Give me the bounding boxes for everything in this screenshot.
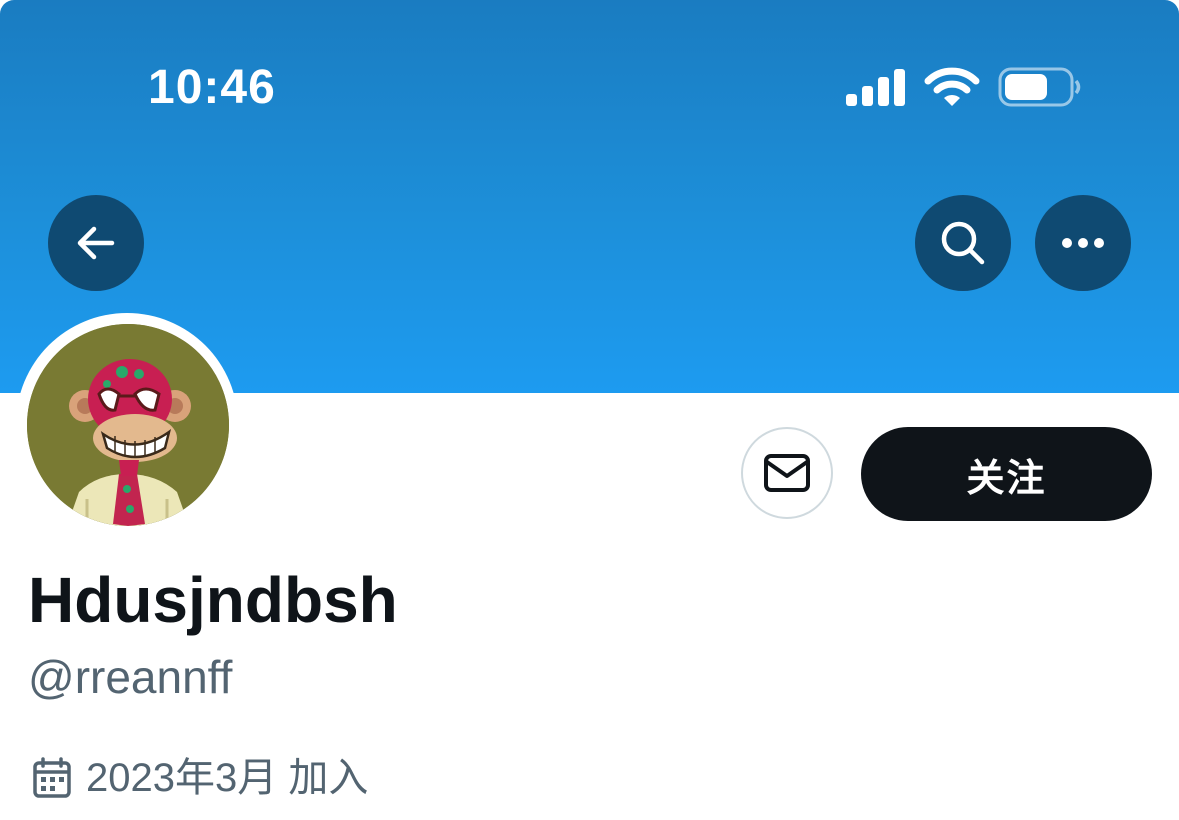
back-button[interactable] bbox=[48, 195, 144, 291]
avatar[interactable] bbox=[27, 324, 229, 526]
search-icon bbox=[941, 221, 985, 265]
profile-screen: 10:46 关注 Hdusjndbsh @rreannff 2023年3月 加入 bbox=[0, 0, 1179, 820]
search-button[interactable] bbox=[915, 195, 1011, 291]
join-date-row: 2023年3月 加入 bbox=[32, 752, 368, 804]
calendar-icon bbox=[33, 757, 71, 798]
ape-avatar-image bbox=[27, 324, 229, 526]
more-button[interactable] bbox=[1035, 195, 1131, 291]
arrow-left-icon bbox=[77, 226, 115, 260]
battery-icon bbox=[998, 67, 1081, 107]
wifi-icon bbox=[924, 67, 980, 106]
message-button[interactable] bbox=[741, 427, 833, 519]
profile-display-name: Hdusjndbsh bbox=[28, 564, 398, 636]
follow-button[interactable]: 关注 bbox=[861, 427, 1152, 521]
mail-icon bbox=[764, 454, 810, 492]
join-date-text: 2023年3月 加入 bbox=[86, 756, 369, 800]
more-horizontal-icon bbox=[1062, 238, 1104, 248]
status-bar: 10:46 bbox=[0, 0, 1179, 140]
cellular-signal-icon bbox=[846, 69, 905, 106]
profile-handle: @rreannff bbox=[28, 651, 233, 703]
status-time: 10:46 bbox=[148, 61, 276, 114]
